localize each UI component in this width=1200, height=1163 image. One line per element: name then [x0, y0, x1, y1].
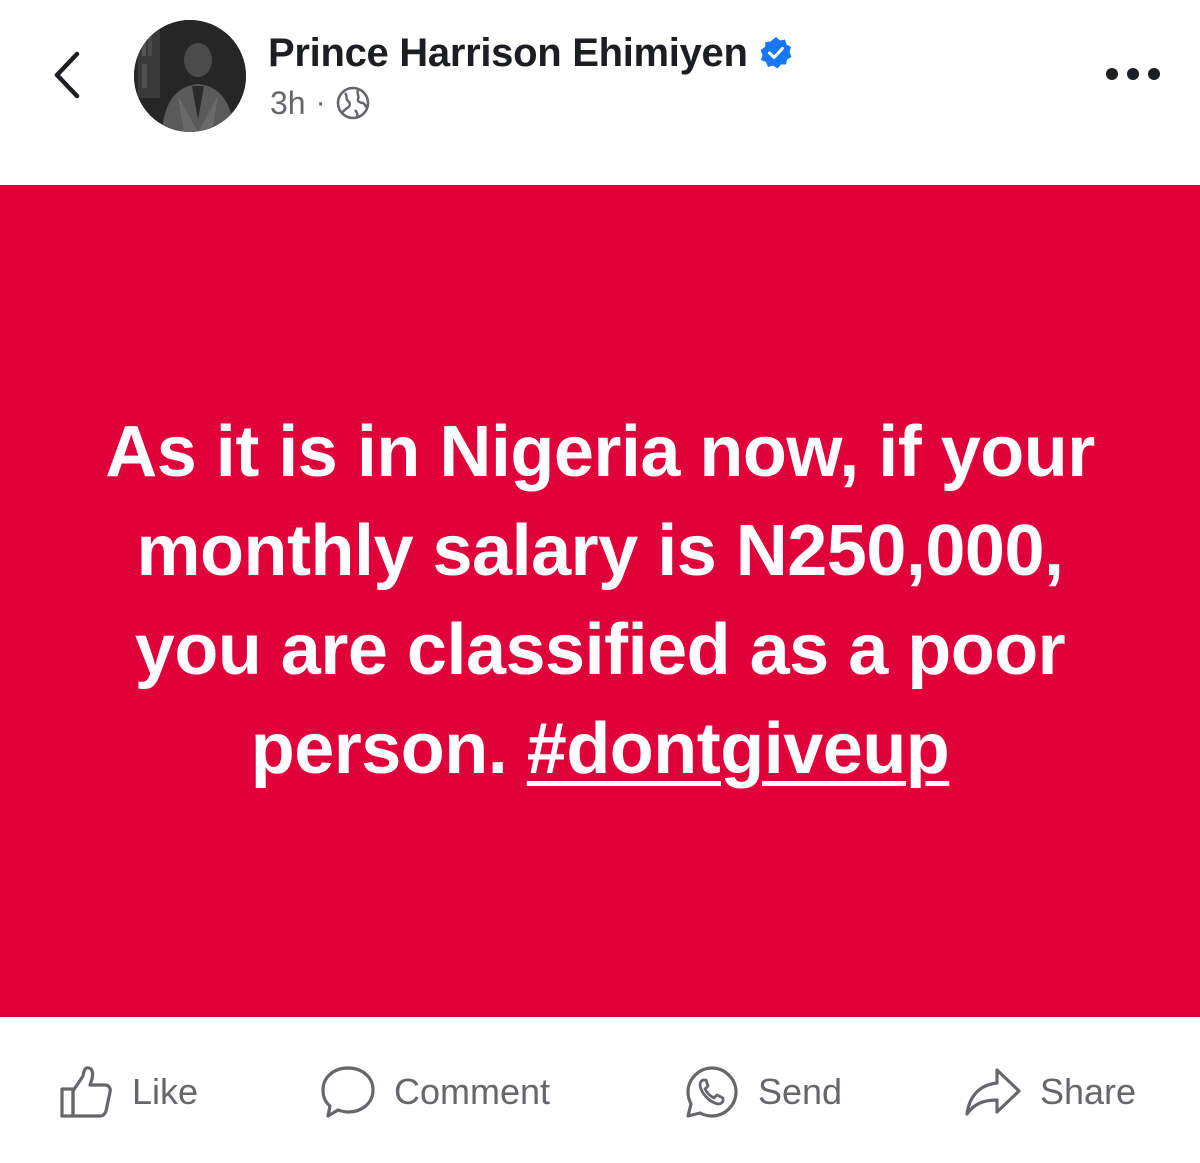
- more-options-button[interactable]: [1098, 52, 1168, 96]
- back-button[interactable]: [40, 45, 92, 105]
- post-header: Prince Harrison Ehimiyen 3h ·: [0, 0, 1200, 185]
- like-label: Like: [132, 1071, 199, 1112]
- send-label: Send: [758, 1071, 843, 1112]
- share-arrow-icon: [965, 1068, 1021, 1116]
- hashtag-link[interactable]: #dontgiveup: [527, 709, 950, 789]
- like-button[interactable]: Like: [58, 1059, 198, 1125]
- avatar[interactable]: [134, 20, 246, 132]
- send-button[interactable]: Send: [684, 1059, 842, 1125]
- chevron-left-icon: [54, 51, 80, 99]
- post-time[interactable]: 3h: [270, 85, 306, 122]
- more-horizontal-icon: [1106, 68, 1160, 80]
- profile-photo: [134, 20, 246, 132]
- meta-separator: ·: [315, 86, 326, 119]
- post-meta: 3h ·: [270, 82, 370, 124]
- action-bar: Like Comment Send Share: [0, 1017, 1200, 1163]
- author-row: Prince Harrison Ehimiyen: [268, 26, 794, 80]
- thumbs-up-icon: [60, 1066, 112, 1118]
- author-name[interactable]: Prince Harrison Ehimiyen: [268, 31, 748, 76]
- verified-badge-icon: [760, 37, 792, 69]
- comment-bubble-icon: [321, 1066, 375, 1118]
- share-label: Share: [1040, 1071, 1137, 1112]
- comment-button[interactable]: Comment: [320, 1059, 550, 1125]
- post-background: As it is in Nigeria now, if your monthly…: [0, 185, 1200, 1017]
- comment-label: Comment: [394, 1071, 551, 1112]
- share-button[interactable]: Share: [964, 1059, 1136, 1125]
- whatsapp-icon: [686, 1066, 738, 1118]
- globe-icon[interactable]: [336, 86, 370, 120]
- post-text: As it is in Nigeria now, if your monthly…: [80, 403, 1120, 799]
